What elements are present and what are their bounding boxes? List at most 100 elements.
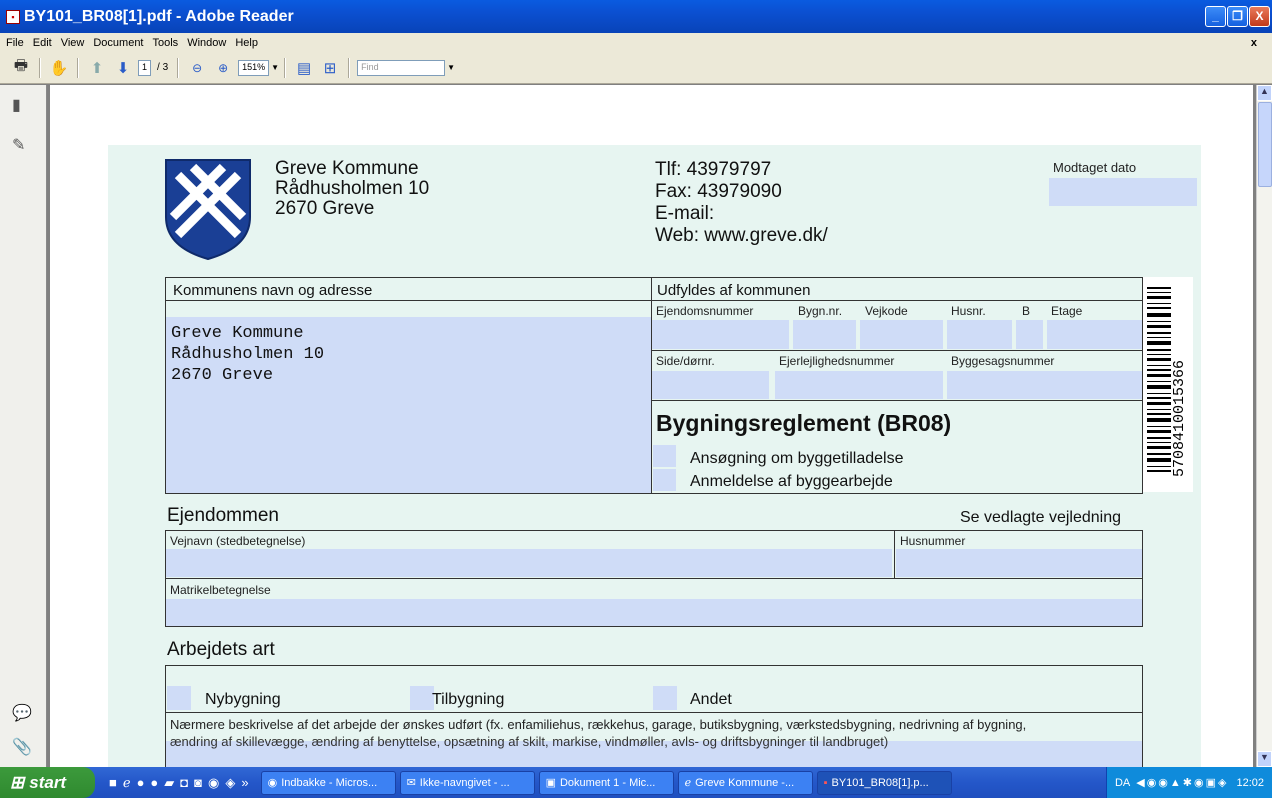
quicklaunch-icon[interactable]: ● [137,775,145,790]
taskbar-word[interactable]: ▣ Dokument 1 - Mic... [538,770,674,795]
ejendommen-heading: Ejendommen [167,505,279,526]
quicklaunch-icon[interactable]: ● [150,775,158,790]
vejnavn-label: Vejnavn (stedbetegnelse) [170,534,306,548]
document-view: Greve Kommune Rådhusholmen 10 2670 Greve… [47,85,1256,767]
form-area: Greve Kommune Rådhusholmen 10 2670 Greve… [108,145,1201,767]
vejnavn-field[interactable] [166,549,892,577]
signatures-icon[interactable]: ✎ [12,135,25,155]
chevron-down-icon[interactable]: ▼ [271,63,279,72]
pdf-page: Greve Kommune Rådhusholmen 10 2670 Greve… [50,85,1253,767]
taskbar-mail[interactable]: ✉ Ikke-navngivet - ... [399,770,535,795]
byggesag-field[interactable] [947,371,1142,399]
start-button[interactable]: ⊞ start [0,767,95,798]
b-field[interactable] [1016,320,1043,349]
outlook-icon: ◉ [267,777,278,789]
option-byggetilladelse: Ansøgning om byggetilladelse [690,450,904,467]
attachments-icon[interactable]: 📎 [12,737,32,757]
tray-icons[interactable]: ◀◉◉▲✱◉▣◈ [1136,776,1228,789]
checkbox-andet[interactable] [653,686,677,710]
menu-help[interactable]: Help [235,37,258,49]
page-number-input[interactable]: 1 [138,59,152,76]
page-total: / 3 [157,62,169,73]
menu-tools[interactable]: Tools [153,37,179,49]
toolbar: 🖶 ✋ ⬆ ⬇ 1 / 3 ⊖ ⊕ 151% ▼ ▤ ⊞ Find ▼ [0,52,1272,84]
ejerlejlighed-field[interactable] [775,371,943,399]
matrikel-field[interactable] [166,599,1142,626]
minimize-button[interactable]: _ [1205,6,1226,27]
language-indicator[interactable]: DA [1115,777,1130,789]
find-input[interactable]: Find [357,59,446,76]
ejendomsnummer-field[interactable] [652,320,789,349]
system-tray: DA ◀◉◉▲✱◉▣◈ 12:02 [1105,767,1272,798]
close-button[interactable]: X [1249,6,1270,27]
zoom-in-icon[interactable]: ⊕ [213,58,233,78]
taskbar-adobe-reader[interactable]: ▪ BY101_BR08[1].p... [816,770,952,795]
quicklaunch-icon[interactable]: ◉ [208,775,219,791]
divider [165,300,652,301]
show-desktop-icon[interactable]: ■ [109,775,117,790]
vertical-scrollbar[interactable]: ▲ ▼ [1256,85,1272,767]
address-line-3: 2670 Greve [171,366,274,385]
barcode: 5708410015366 [1143,277,1193,492]
hand-tool-icon[interactable]: ✋ [49,58,69,78]
arbejdets-art-heading: Arbejdets art [167,639,275,660]
side-field[interactable] [652,371,769,399]
clock: 12:02 [1236,776,1264,789]
ie-icon[interactable]: ℯ [123,775,131,791]
org-name: Greve Kommune [275,158,419,179]
beskrivelse-label-2: ændring af skillevægge, ændring af benyt… [170,734,889,749]
menu-window[interactable]: Window [187,37,226,49]
taskbar-ie[interactable]: ℯ Greve Kommune -... [677,770,813,795]
checkbox-byggetilladelse[interactable] [653,445,676,467]
quicklaunch-icon[interactable]: ◈ [225,775,235,791]
divider [651,300,1143,301]
toolbar-separator [348,57,351,78]
fit-width-icon[interactable]: ⊞ [320,58,340,78]
org-street: Rådhusholmen 10 [275,178,430,199]
comments-icon[interactable]: 💬 [12,703,32,723]
vejkode-field[interactable] [860,320,943,349]
greve-coat-of-arms-icon [165,159,251,261]
quicklaunch-icon[interactable]: ◘ [180,775,188,790]
pages-icon[interactable]: ▮ [12,95,21,115]
menu-edit[interactable]: Edit [33,37,52,49]
taskbar-outlook[interactable]: ◉ Indbakke - Micros... [260,770,396,795]
vejkode-label: Vejkode [865,304,908,318]
scroll-down-icon[interactable]: ▼ [1257,751,1272,767]
folder-icon[interactable]: ▰ [164,775,174,791]
udfyldes-header: Udfyldes af kommunen [657,282,811,299]
menu-document[interactable]: Document [93,37,143,49]
maximize-button[interactable]: ❐ [1227,6,1248,27]
phone-text: Tlf: 43979797 [655,159,772,180]
husnummer-field[interactable] [896,549,1142,577]
address-line-1: Greve Kommune [171,324,304,343]
chevron-down-icon[interactable]: ▼ [447,63,455,72]
scroll-up-icon[interactable]: ▲ [1257,85,1272,101]
scroll-thumb[interactable] [1258,102,1272,187]
taskbar: ⊞ start ■ ℯ ● ● ▰ ◘ ◙ ◉ ◈ » ◉ Indbakke - M… [0,767,1272,798]
fit-page-icon[interactable]: ▤ [294,58,314,78]
next-page-icon[interactable]: ⬇ [113,58,133,78]
checkbox-nybygning[interactable] [167,686,191,710]
checkbox-tilbygning[interactable] [410,686,434,710]
print-icon[interactable]: 🖶 [11,57,31,78]
andet-label: Andet [690,691,732,708]
etage-field[interactable] [1047,320,1142,349]
quicklaunch-icon[interactable]: ◙ [194,775,202,790]
menu-file[interactable]: File [6,37,24,49]
zoom-out-icon[interactable]: ⊖ [187,58,207,78]
previous-page-icon[interactable]: ⬆ [87,58,107,78]
received-date-field[interactable] [1049,178,1197,206]
byggesag-label: Byggesagsnummer [951,354,1055,368]
zoom-level-select[interactable]: 151% [238,59,270,76]
checkbox-byggearbejde[interactable] [653,469,676,491]
taskbar-label: Ikke-navngivet - ... [419,776,510,789]
husnr-field[interactable] [947,320,1012,349]
kommune-header: Kommunens navn og adresse [173,282,373,299]
bygn-nr-field[interactable] [793,320,856,349]
chevron-right-icon[interactable]: » [241,775,248,790]
taskbar-label: BY101_BR08[1].p... [831,776,929,789]
menu-view[interactable]: View [61,37,85,49]
document-close-icon[interactable]: x [1251,37,1257,49]
ie-icon: ℯ [684,777,692,789]
